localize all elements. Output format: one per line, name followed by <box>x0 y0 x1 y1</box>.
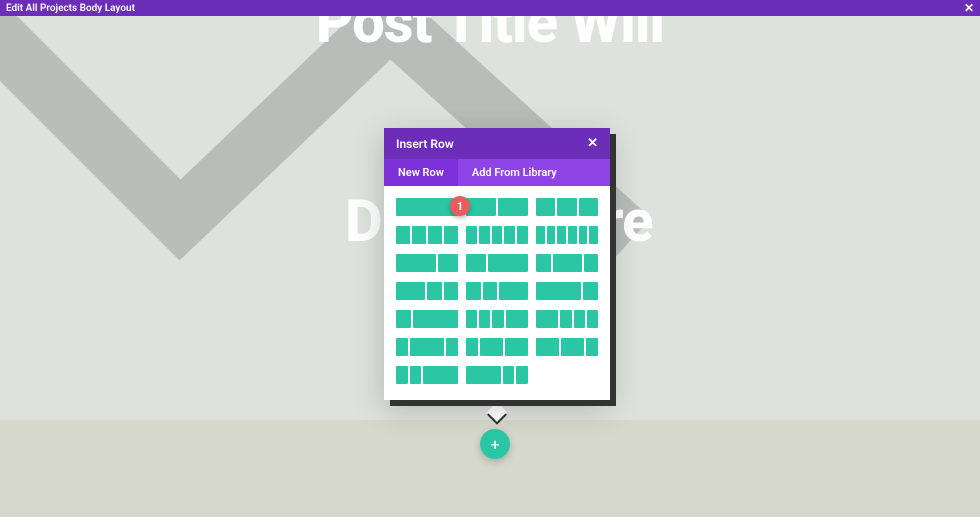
insert-row-modal: Insert Row ✕ New Row Add From Library <box>384 128 610 400</box>
layout-2-1[interactable] <box>396 254 458 272</box>
layout-1-2[interactable] <box>466 254 528 272</box>
layout-1-2-2[interactable] <box>466 338 528 356</box>
close-editor-icon[interactable]: ✕ <box>964 2 974 14</box>
layout-1col[interactable] <box>396 198 458 216</box>
plus-icon: + <box>490 435 499 454</box>
editor-top-bar: Edit All Projects Body Layout ✕ <box>0 0 980 16</box>
page-stage: Post Title Will Di re Edit All Projects … <box>0 0 980 517</box>
layout-3-1[interactable] <box>536 282 598 300</box>
add-row-button[interactable]: + <box>480 429 510 459</box>
layout-3-1-1[interactable] <box>466 366 528 384</box>
layout-3col[interactable] <box>536 198 598 216</box>
modal-header: Insert Row ✕ <box>384 128 610 159</box>
layout-6col[interactable] <box>536 226 598 244</box>
tab-add-from-library[interactable]: Add From Library <box>458 159 571 186</box>
layout-1-1-3[interactable] <box>396 366 458 384</box>
modal-close-icon[interactable]: ✕ <box>587 136 598 151</box>
modal-title: Insert Row <box>396 137 454 151</box>
layout-1-2-1[interactable] <box>536 254 598 272</box>
step-marker-label: 1 <box>457 200 463 213</box>
modal-tabs: New Row Add From Library <box>384 159 610 186</box>
layout-2col[interactable] <box>466 198 528 216</box>
editor-title: Edit All Projects Body Layout <box>6 3 964 14</box>
layout-4col[interactable] <box>396 226 458 244</box>
layout-2-1-1-1[interactable] <box>536 310 598 328</box>
tab-new-row[interactable]: New Row <box>384 159 458 186</box>
layout-5col[interactable] <box>466 226 528 244</box>
hero-title: Post Title Will Di re <box>0 0 980 123</box>
layout-1-1-1-2[interactable] <box>466 310 528 328</box>
layout-1-3[interactable] <box>396 310 458 328</box>
layout-1-1-2[interactable] <box>466 282 528 300</box>
layout-1-3-1[interactable] <box>396 338 458 356</box>
layout-2-1-1[interactable] <box>396 282 458 300</box>
modal-body <box>384 186 610 400</box>
step-marker-1: 1 <box>450 196 470 216</box>
layout-2-2-1[interactable] <box>536 338 598 356</box>
